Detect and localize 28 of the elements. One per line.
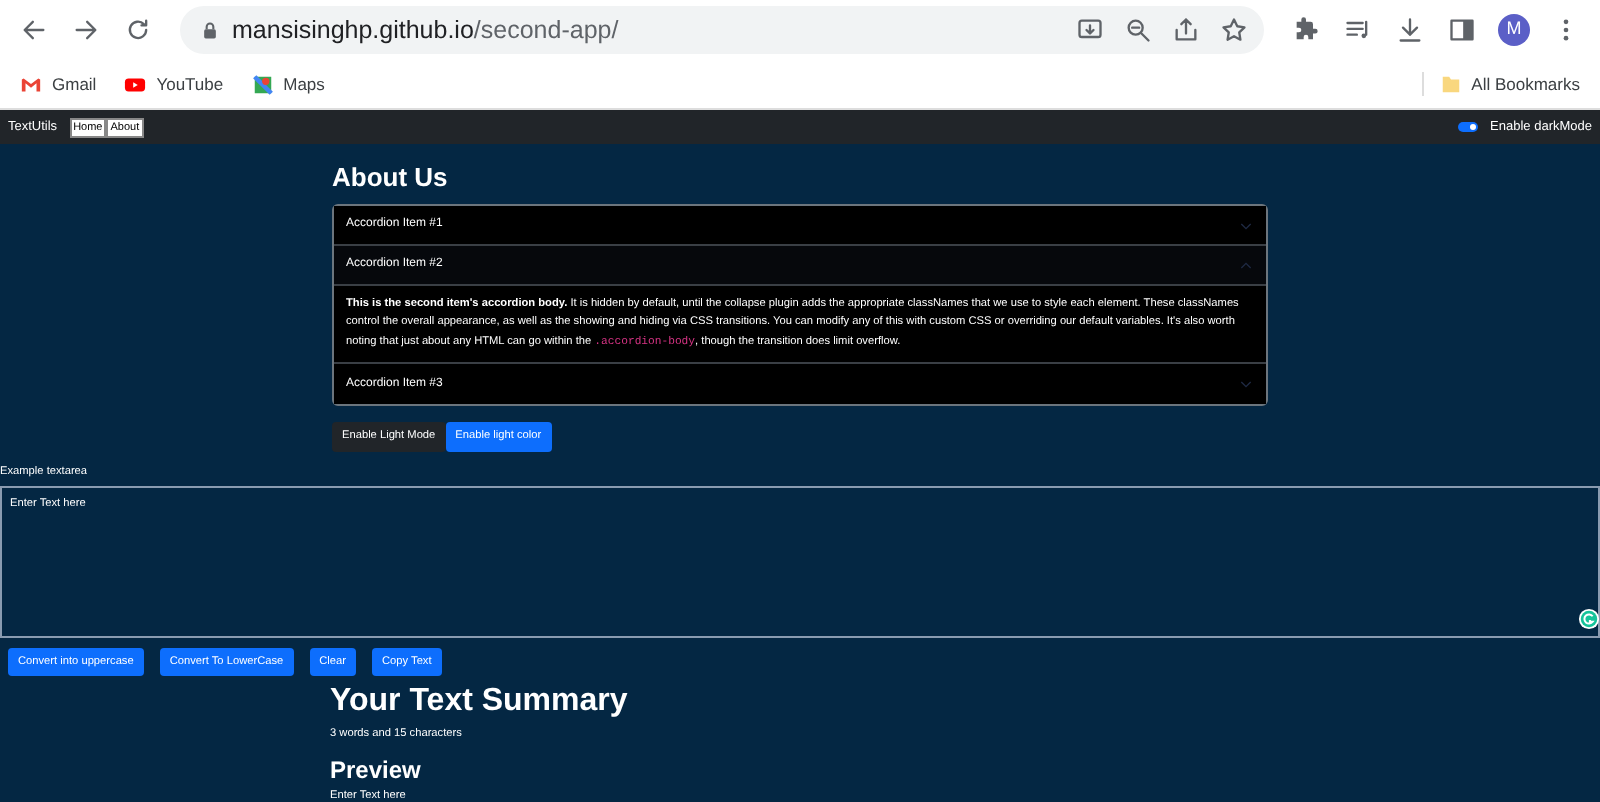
side-panel-icon [1448,16,1476,44]
bookmark-link[interactable]: Maps [251,71,325,97]
mail-icon [20,73,42,95]
lock-icon [200,19,220,41]
map-icon [251,73,274,95]
section-heading: About Us [332,162,450,194]
url-text: mansisinghp.github.io/second-app/ [232,13,621,48]
back-icon [20,16,48,44]
puzzle-icon [1292,16,1320,44]
address-bar[interactable]: mansisinghp.github.io/second-app/ [180,6,1264,54]
summary-heading: Your Text Summary [330,684,630,720]
play-icon [124,73,147,95]
forward-icon [72,16,100,44]
profile-avatar[interactable]: M [1498,14,1530,46]
zoom-icon [1124,16,1152,44]
reload-icon [124,16,152,44]
install-icon [1076,16,1104,44]
g-circle-icon [1578,608,1600,630]
all-bookmarks-button[interactable]: All Bookmarks [1421,71,1580,97]
share-icon [1172,16,1200,44]
download-icon [1396,16,1424,44]
media-list-icon [1344,16,1372,44]
bookmark-star-icon [1220,16,1248,44]
preview-heading: Preview [330,756,423,784]
bookmark-link[interactable]: Gmail [20,71,97,97]
toggle-switch[interactable] [1458,122,1479,132]
bookmark-link[interactable]: YouTube [124,71,224,97]
folder-icon [1439,72,1462,96]
